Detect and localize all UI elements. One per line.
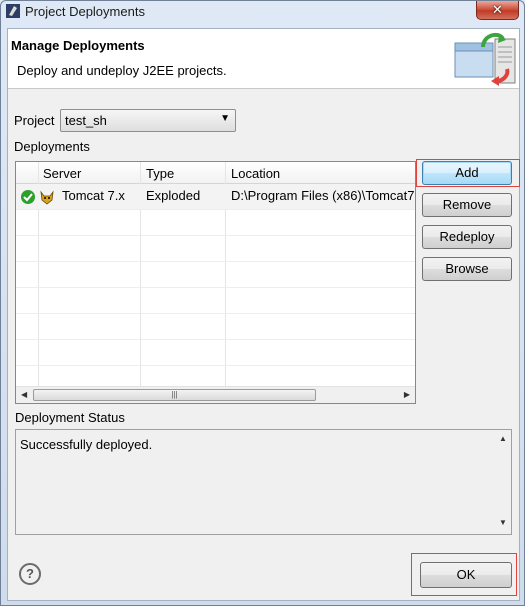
- browse-button[interactable]: Browse: [422, 257, 512, 281]
- ok-button[interactable]: OK: [420, 562, 512, 588]
- column-header-location[interactable]: Location: [231, 166, 280, 181]
- close-button[interactable]: ✕: [476, 1, 519, 20]
- help-icon[interactable]: ?: [19, 563, 41, 585]
- row-location: D:\Program Files (x86)\Tomcat7: [231, 188, 415, 203]
- header-description: Deploy and undeploy J2EE projects.: [17, 63, 227, 78]
- redeploy-button[interactable]: Redeploy: [422, 225, 512, 249]
- table-row[interactable]: Tomcat 7.x Exploded D:\Program Files (x8…: [16, 184, 415, 210]
- eclipse-app-icon: [6, 4, 20, 18]
- deployments-table[interactable]: Server Type Location Tomcat 7.x Exploded: [15, 161, 416, 404]
- row-server: Tomcat 7.x: [62, 188, 125, 203]
- header-title: Manage Deployments: [11, 38, 145, 53]
- tomcat-server-icon: [40, 190, 54, 205]
- status-text: Successfully deployed.: [20, 437, 153, 452]
- column-header-type[interactable]: Type: [146, 166, 174, 181]
- dialog-client-area: Manage Deployments Deploy and undeploy J…: [7, 28, 520, 601]
- row-type: Exploded: [146, 188, 201, 203]
- chevron-down-icon: ▼: [220, 113, 230, 124]
- deployment-status-label: Deployment Status: [15, 410, 125, 425]
- dialog-header: Manage Deployments Deploy and undeploy J…: [8, 29, 519, 89]
- title-bar[interactable]: Project Deployments ✕: [1, 1, 524, 23]
- project-select-value: test_sh: [65, 113, 107, 128]
- table-row: [16, 210, 415, 236]
- scroll-up-icon[interactable]: ▲: [499, 434, 507, 443]
- column-header-server[interactable]: Server: [43, 166, 81, 181]
- table-row: [16, 236, 415, 262]
- table-row: [16, 288, 415, 314]
- table-row: [16, 262, 415, 288]
- scroll-down-icon[interactable]: ▼: [499, 518, 507, 527]
- deployed-check-icon: [21, 190, 35, 204]
- deployments-label: Deployments: [14, 139, 90, 154]
- horizontal-scrollbar[interactable]: ◀ ||| ▶: [16, 386, 415, 403]
- scroll-right-icon[interactable]: ▶: [404, 390, 410, 399]
- remove-button[interactable]: Remove: [422, 193, 512, 217]
- scrollbar-thumb[interactable]: |||: [33, 389, 316, 401]
- window-title: Project Deployments: [25, 4, 145, 19]
- dialog-window: Project Deployments ✕ Manage Deployments…: [0, 0, 525, 606]
- vertical-scrollbar[interactable]: ▲ ▼: [494, 430, 511, 534]
- deploy-banner-icon: [454, 32, 516, 86]
- scroll-left-icon[interactable]: ◀: [21, 390, 27, 399]
- deployment-status-box[interactable]: Successfully deployed. ▲ ▼: [15, 429, 512, 535]
- table-header: Server Type Location: [16, 162, 415, 184]
- table-row: [16, 314, 415, 340]
- add-button[interactable]: Add: [422, 161, 512, 185]
- project-select[interactable]: test_sh ▼: [60, 109, 236, 132]
- table-row: [16, 340, 415, 366]
- project-label: Project: [14, 113, 55, 128]
